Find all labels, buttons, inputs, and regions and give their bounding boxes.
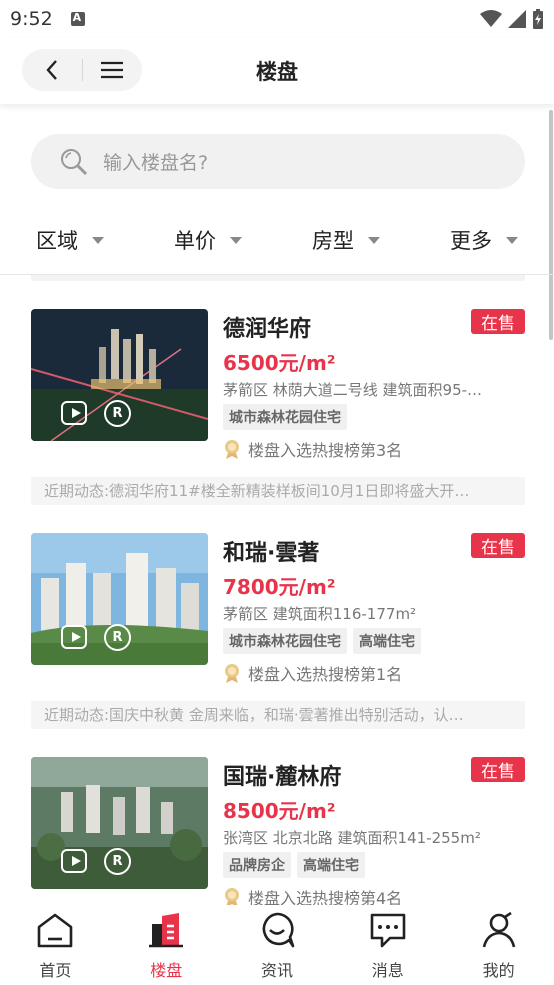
- medal-icon: [225, 440, 239, 459]
- tab-label: 首页: [39, 961, 72, 980]
- filter-label: 房型: [312, 229, 354, 253]
- listing-tags: 城市森林花园住宅: [223, 404, 347, 430]
- status-badge: 在售: [471, 309, 525, 334]
- tab-buildings[interactable]: 楼盘: [111, 905, 222, 985]
- tab-news[interactable]: 资讯: [222, 905, 333, 985]
- caret-down-icon: [92, 236, 104, 244]
- tab-label: 楼盘: [150, 961, 183, 980]
- status-icons: [480, 9, 544, 29]
- tab-messages[interactable]: 消息: [332, 905, 443, 985]
- notification-icon: [70, 11, 85, 26]
- listing-tag: 城市森林花园住宅: [223, 404, 347, 430]
- listing-name: 和瑞·雲著: [223, 541, 320, 566]
- listing-card[interactable]: R 德润华府 在售 6500元/m² 茅箭区 林荫大道二号线 建筑面积95-… …: [0, 309, 554, 524]
- filter-more[interactable]: 更多: [414, 214, 552, 266]
- listing-tag: 城市森林花园住宅: [223, 628, 347, 654]
- listing-image[interactable]: R: [31, 533, 208, 665]
- listing-tag: 高端住宅: [297, 852, 365, 878]
- message-icon: [370, 913, 406, 948]
- caret-down-icon: [230, 236, 242, 244]
- caret-down-icon: [506, 236, 518, 244]
- wifi-icon: [480, 10, 502, 27]
- user-icon: [482, 911, 515, 948]
- filter-layout[interactable]: 房型: [276, 214, 414, 266]
- listing-rank: 楼盘入选热搜榜第1名: [223, 661, 402, 685]
- vr-icon[interactable]: R: [104, 400, 131, 427]
- listing-address: 茅箭区 林荫大道二号线 建筑面积95-…: [223, 381, 483, 399]
- battery-icon: [533, 9, 543, 29]
- filter-label: 更多: [450, 229, 492, 253]
- status-badge: 在售: [471, 757, 525, 782]
- previous-item-strip: [31, 275, 525, 281]
- caret-down-icon: [368, 236, 380, 244]
- nav-bar: 楼盘: [0, 38, 554, 104]
- rank-text: 楼盘入选热搜榜第1名: [248, 665, 403, 684]
- status-time: 9:52: [10, 8, 53, 30]
- filter-unit-price[interactable]: 单价: [138, 214, 276, 266]
- building-icon: [149, 913, 184, 948]
- status-bar: 9:52: [0, 0, 554, 38]
- video-play-icon[interactable]: [61, 625, 87, 649]
- listing-address: 茅箭区 建筑面积116-177m²: [223, 605, 417, 623]
- listing-address: 张湾区 北京北路 建筑面积141-255m²: [223, 829, 481, 847]
- video-play-icon[interactable]: [61, 401, 87, 425]
- chat-bubble-icon: [262, 912, 295, 948]
- listing-name: 德润华府: [223, 317, 312, 342]
- rank-text: 楼盘入选热搜榜第3名: [248, 441, 403, 460]
- listing-price: 6500元/m²: [223, 351, 336, 375]
- listing-card[interactable]: R 和瑞·雲著 在售 7800元/m² 茅箭区 建筑面积116-177m² 城市…: [0, 533, 554, 748]
- listing-tags: 品牌房企 高端住宅: [223, 852, 365, 878]
- filter-bar: 区域 单价 房型 更多: [0, 214, 554, 266]
- listing-tags: 城市森林花园住宅 高端住宅: [223, 628, 421, 654]
- listing-image[interactable]: R: [31, 757, 208, 889]
- search-placeholder: 输入楼盘名?: [103, 152, 209, 174]
- tab-label: 我的: [482, 961, 515, 980]
- page-title: 楼盘: [256, 60, 298, 84]
- listing-price: 8500元/m²: [223, 799, 336, 823]
- medal-icon: [225, 664, 239, 683]
- filter-label: 单价: [174, 229, 216, 253]
- tab-home[interactable]: 首页: [0, 905, 111, 985]
- listing-tag: 品牌房企: [223, 852, 291, 878]
- bottom-tab-bar: 首页 楼盘 资讯 消息 我的: [0, 905, 554, 985]
- tab-profile[interactable]: 我的: [443, 905, 554, 985]
- tab-label: 资讯: [260, 961, 293, 980]
- listing-image[interactable]: R: [31, 309, 208, 441]
- home-icon: [38, 913, 73, 948]
- tab-label: 消息: [371, 961, 404, 980]
- listing-rank: 楼盘入选热搜榜第3名: [223, 437, 402, 461]
- listing-news[interactable]: 近期动态:国庆中秋黄 金周来临，和瑞·雲著推出特别活动，认…: [31, 701, 525, 729]
- filter-area[interactable]: 区域: [0, 214, 138, 266]
- filter-label: 区域: [36, 229, 78, 253]
- listing-news[interactable]: 近期动态:德润华府11#楼全新精装样板间10月1日即将盛大开…: [31, 477, 525, 505]
- listing-name: 国瑞·麓林府: [223, 765, 342, 790]
- video-play-icon[interactable]: [61, 849, 87, 873]
- vr-icon[interactable]: R: [104, 848, 131, 875]
- search-box[interactable]: 输入楼盘名?: [31, 134, 525, 189]
- status-badge: 在售: [471, 533, 525, 558]
- search-icon: [61, 148, 88, 175]
- signal-icon: [508, 10, 526, 28]
- vr-icon[interactable]: R: [104, 624, 131, 651]
- medal-icon: [225, 888, 239, 907]
- listing-tag: 高端住宅: [353, 628, 421, 654]
- listing-price: 7800元/m²: [223, 575, 336, 599]
